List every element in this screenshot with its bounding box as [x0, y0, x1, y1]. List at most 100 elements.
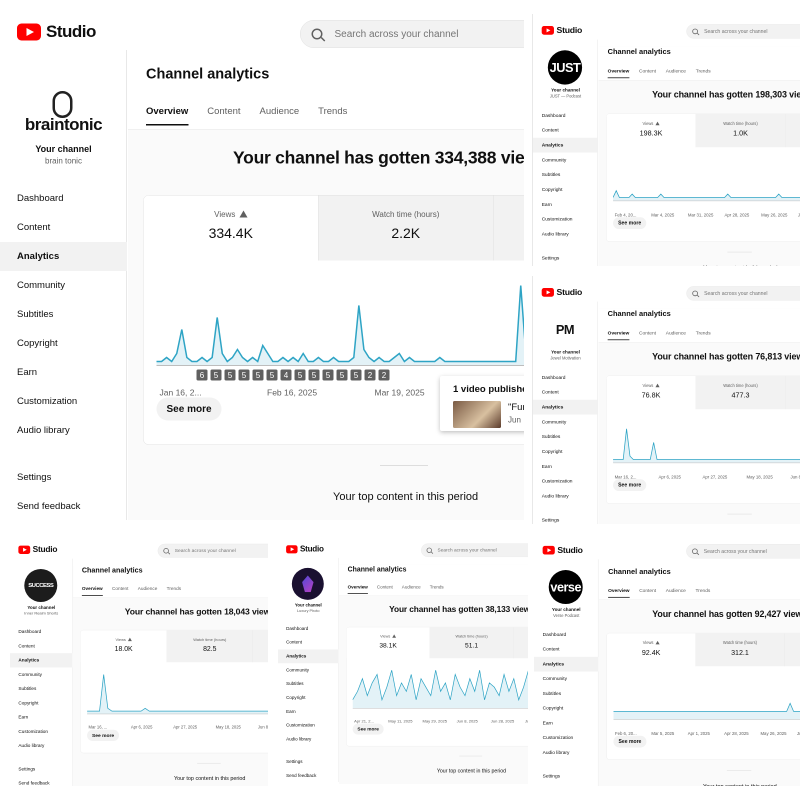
see-more-button[interactable]: See more	[613, 217, 647, 230]
watch-time-metric[interactable]: Watch time (hours) 1.0K	[695, 113, 786, 148]
sidebar-item-subtitles[interactable]: Subtitles	[533, 429, 598, 444]
sidebar-item-earn[interactable]: Earn	[533, 459, 598, 474]
tab-overview[interactable]: Overview	[607, 330, 630, 341]
sidebar-item-community[interactable]: Community	[534, 672, 598, 687]
tab-audience[interactable]: Audience	[260, 106, 300, 126]
tab-overview[interactable]: Overview	[81, 586, 103, 596]
sidebar-item-content[interactable]: Content	[533, 123, 598, 138]
search-input[interactable]	[334, 28, 524, 40]
sidebar-item-dashboard[interactable]: Dashboard	[10, 625, 73, 639]
tab-audience[interactable]: Audience	[666, 68, 686, 78]
views-metric[interactable]: Views 334.4K	[143, 195, 319, 261]
watch-time-metric[interactable]: Watch time (hours) 82.5	[166, 630, 253, 663]
views-chart[interactable]: Feb 4, 20... Mar 4, 2025 Mar 31, 2025 Apr 2…	[613, 155, 800, 224]
watch-time-metric[interactable]: Watch time (hours) 312.1	[695, 633, 785, 667]
see-more-button[interactable]: See more	[613, 735, 647, 748]
sidebar-item-analytics[interactable]: Analytics	[278, 649, 339, 664]
sidebar-item-customization[interactable]: Customization	[10, 725, 73, 739]
watch-time-metric[interactable]: Watch time (hours) 51.1	[429, 627, 514, 659]
sidebar-item-copyright[interactable]: Copyright	[534, 701, 598, 716]
subscribers-metric[interactable]	[785, 375, 800, 410]
sidebar-item-audio-library[interactable]: Audio library	[534, 745, 598, 760]
search-icon[interactable]	[692, 548, 698, 555]
views-metric[interactable]: Views 198.3K	[606, 113, 696, 148]
sidebar-item-settings[interactable]: Settings	[533, 251, 598, 266]
sidebar-item-customization[interactable]: Customization	[278, 719, 339, 733]
sidebar-item-audio-library[interactable]: Audio library	[533, 227, 598, 242]
tab-overview[interactable]: Overview	[608, 588, 630, 598]
sidebar-item-community[interactable]: Community	[10, 667, 73, 681]
sidebar-item-content[interactable]: Content	[533, 385, 598, 400]
sidebar-item-subtitles[interactable]: Subtitles	[10, 682, 73, 696]
sidebar-item-analytics[interactable]: Analytics	[533, 399, 598, 415]
tab-trends[interactable]: Trends	[167, 586, 181, 596]
sidebar-item-customization[interactable]: Customization	[533, 474, 598, 489]
tab-overview[interactable]: Overview	[146, 106, 189, 126]
studio-logo[interactable]: Studio	[286, 544, 324, 554]
sidebar-item-dashboard[interactable]: Dashboard	[534, 627, 598, 642]
sidebar-item-send-feedback[interactable]: Send feedback	[10, 776, 73, 786]
views-chart[interactable]: Mar 16, ... Apr 6, 2025 Apr 27, 2025 May 18…	[87, 670, 268, 736]
subscribers-metric[interactable]	[784, 633, 800, 667]
sidebar-item-customization[interactable]: Customization	[533, 212, 598, 227]
search-box[interactable]	[686, 544, 800, 559]
sidebar-item-subtitles[interactable]: Subtitles	[534, 686, 598, 701]
sidebar-item-content[interactable]: Content	[0, 213, 127, 242]
tab-overview[interactable]: Overview	[347, 585, 368, 594]
sidebar-item-analytics[interactable]: Analytics	[533, 137, 598, 153]
tab-content[interactable]: Content	[112, 586, 128, 596]
search-input[interactable]	[703, 548, 800, 555]
sidebar-item-dashboard[interactable]: Dashboard	[533, 370, 598, 385]
watch-time-metric[interactable]: Watch time (hours) 477.3	[695, 375, 786, 410]
sidebar-item-settings[interactable]: Settings	[278, 755, 339, 769]
tab-audience[interactable]: Audience	[666, 588, 686, 598]
studio-logo[interactable]: Studio	[541, 25, 582, 35]
tab-content[interactable]: Content	[207, 106, 240, 126]
tab-content[interactable]: Content	[639, 68, 656, 78]
sidebar-item-customization[interactable]: Customization	[0, 387, 127, 416]
sidebar-item-settings[interactable]: Settings	[0, 463, 127, 492]
sidebar-item-copyright[interactable]: Copyright	[0, 329, 127, 358]
search-icon[interactable]	[692, 290, 698, 297]
search-box[interactable]	[300, 20, 524, 48]
sidebar-item-settings[interactable]: Settings	[534, 769, 598, 784]
see-more-button[interactable]: See more	[156, 397, 222, 421]
sidebar-item-dashboard[interactable]: Dashboard	[0, 184, 127, 213]
tab-trends[interactable]: Trends	[695, 588, 710, 598]
sidebar-item-community[interactable]: Community	[0, 271, 127, 300]
tab-content[interactable]: Content	[377, 585, 393, 594]
sidebar-item-subtitles[interactable]: Subtitles	[278, 677, 339, 691]
tab-trends[interactable]: Trends	[696, 68, 711, 78]
video-thumbnail[interactable]	[453, 401, 501, 428]
see-more-button[interactable]: See more	[87, 729, 120, 742]
search-input[interactable]	[174, 547, 268, 554]
search-box[interactable]	[421, 543, 528, 557]
sidebar-item-community[interactable]: Community	[278, 663, 339, 677]
sidebar-item-audio-library[interactable]: Audio library	[0, 416, 127, 445]
search-icon[interactable]	[692, 28, 698, 35]
sidebar-item-copyright[interactable]: Copyright	[533, 444, 598, 459]
sidebar-item-copyright[interactable]: Copyright	[533, 182, 598, 197]
sidebar-item-earn[interactable]: Earn	[10, 710, 73, 724]
sidebar-item-audio-library[interactable]: Audio library	[278, 732, 339, 746]
sidebar-item-settings[interactable]: Settings	[10, 762, 73, 776]
see-more-button[interactable]: See more	[352, 723, 384, 735]
video-published-tooltip[interactable]: 1 video published "Fun Jun	[440, 376, 524, 431]
views-metric[interactable]: Views 18.0K	[80, 630, 167, 663]
sidebar-item-content[interactable]: Content	[534, 642, 598, 657]
sidebar-item-content[interactable]: Content	[10, 639, 73, 653]
sidebar-item-audio-library[interactable]: Audio library	[10, 739, 73, 753]
sidebar-item-earn[interactable]: Earn	[533, 197, 598, 212]
sidebar-item-analytics[interactable]: Analytics	[10, 653, 73, 668]
channel-avatar[interactable]	[291, 567, 324, 600]
sidebar-item-community[interactable]: Community	[533, 415, 598, 430]
sidebar-item-subtitles[interactable]: Subtitles	[533, 167, 598, 182]
search-input[interactable]	[437, 547, 528, 553]
tab-content[interactable]: Content	[639, 330, 656, 340]
channel-avatar[interactable]: SUCCESS	[24, 568, 58, 602]
views-chart[interactable]: Mar 16, 2... Apr 6, 2025 Apr 27, 2025 May 1…	[613, 417, 800, 486]
sidebar-item-send-feedback[interactable]: Send feedback	[0, 492, 127, 520]
sidebar-item-customization[interactable]: Customization	[534, 730, 598, 745]
channel-avatar[interactable]: JUST	[547, 50, 583, 85]
sidebar-item-settings[interactable]: Settings	[533, 513, 598, 524]
